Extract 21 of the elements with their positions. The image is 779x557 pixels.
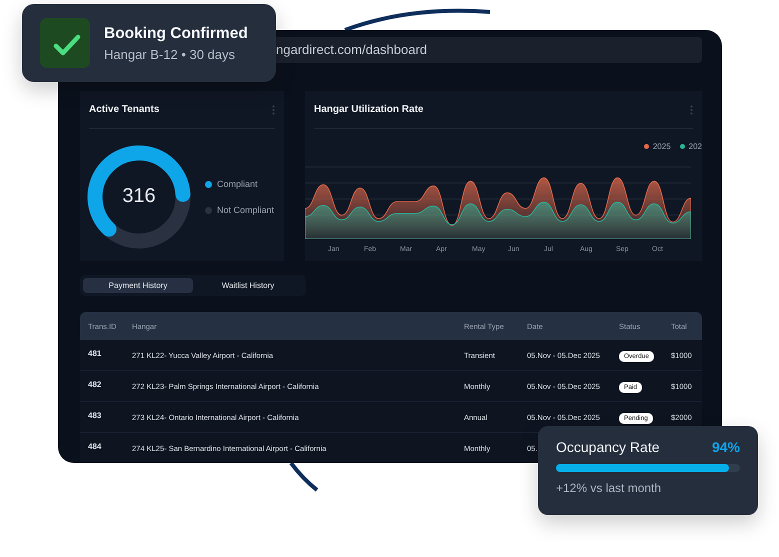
legend-label: Not Compliant: [217, 205, 274, 215]
tab[interactable]: Waitlist History: [193, 278, 303, 293]
table-cell-text: 483: [88, 410, 102, 420]
tenant-count: 316: [121, 185, 157, 208]
legend-label: 202: [688, 142, 702, 150]
more-icon[interactable]: [690, 104, 693, 114]
table-cell-text: 484: [88, 441, 102, 451]
change-text: +12% vs last month: [556, 481, 662, 495]
card-title: Active Tenants: [89, 104, 160, 115]
table-cell-text: 482: [88, 379, 102, 389]
checkmark-icon: [40, 18, 90, 68]
card-title: Hangar Utilization Rate: [314, 104, 424, 115]
legend-label: Compliant: [217, 179, 258, 189]
toast-subtitle: Hangar B-12 • 30 days: [104, 46, 236, 62]
legend-label: 2025: [652, 142, 671, 150]
occupancy-title: Occupancy Rate: [556, 439, 660, 455]
tab[interactable]: Payment History: [83, 278, 193, 293]
occupancy-value: 94%: [712, 439, 740, 455]
curve-line: [289, 462, 319, 492]
table-cell-text: 481: [88, 348, 102, 358]
more-icon[interactable]: [272, 104, 275, 114]
